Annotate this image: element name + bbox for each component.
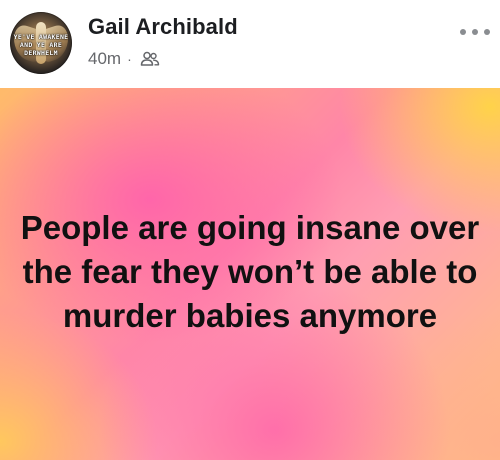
- more-dot: [472, 29, 478, 35]
- friends-icon[interactable]: [140, 51, 160, 67]
- more-dot: [460, 29, 466, 35]
- post-time[interactable]: 40m: [88, 49, 121, 69]
- facebook-post: YE'VE AWAKENE AND YE ARE DERWHELM Gail A…: [0, 0, 500, 460]
- post-header: YE'VE AWAKENE AND YE ARE DERWHELM Gail A…: [0, 0, 500, 88]
- avatar[interactable]: YE'VE AWAKENE AND YE ARE DERWHELM: [10, 12, 72, 74]
- more-dot: [484, 29, 490, 35]
- post-text-line: murder babies anymore: [62, 297, 438, 334]
- author-name[interactable]: Gail Archibald: [88, 14, 238, 40]
- meta-separator: ·: [127, 51, 132, 67]
- post-text-line: the fear they won’t be able to: [22, 253, 478, 290]
- post-text: People are going insane over the fear th…: [0, 206, 500, 338]
- avatar-text: YE'VE AWAKENE AND YE ARE DERWHELM: [13, 33, 69, 57]
- post-background-card[interactable]: People are going insane over the fear th…: [0, 88, 500, 460]
- post-text-line: People are going insane over: [20, 209, 480, 246]
- more-options-icon[interactable]: [460, 22, 490, 42]
- post-meta: 40m ·: [88, 48, 160, 70]
